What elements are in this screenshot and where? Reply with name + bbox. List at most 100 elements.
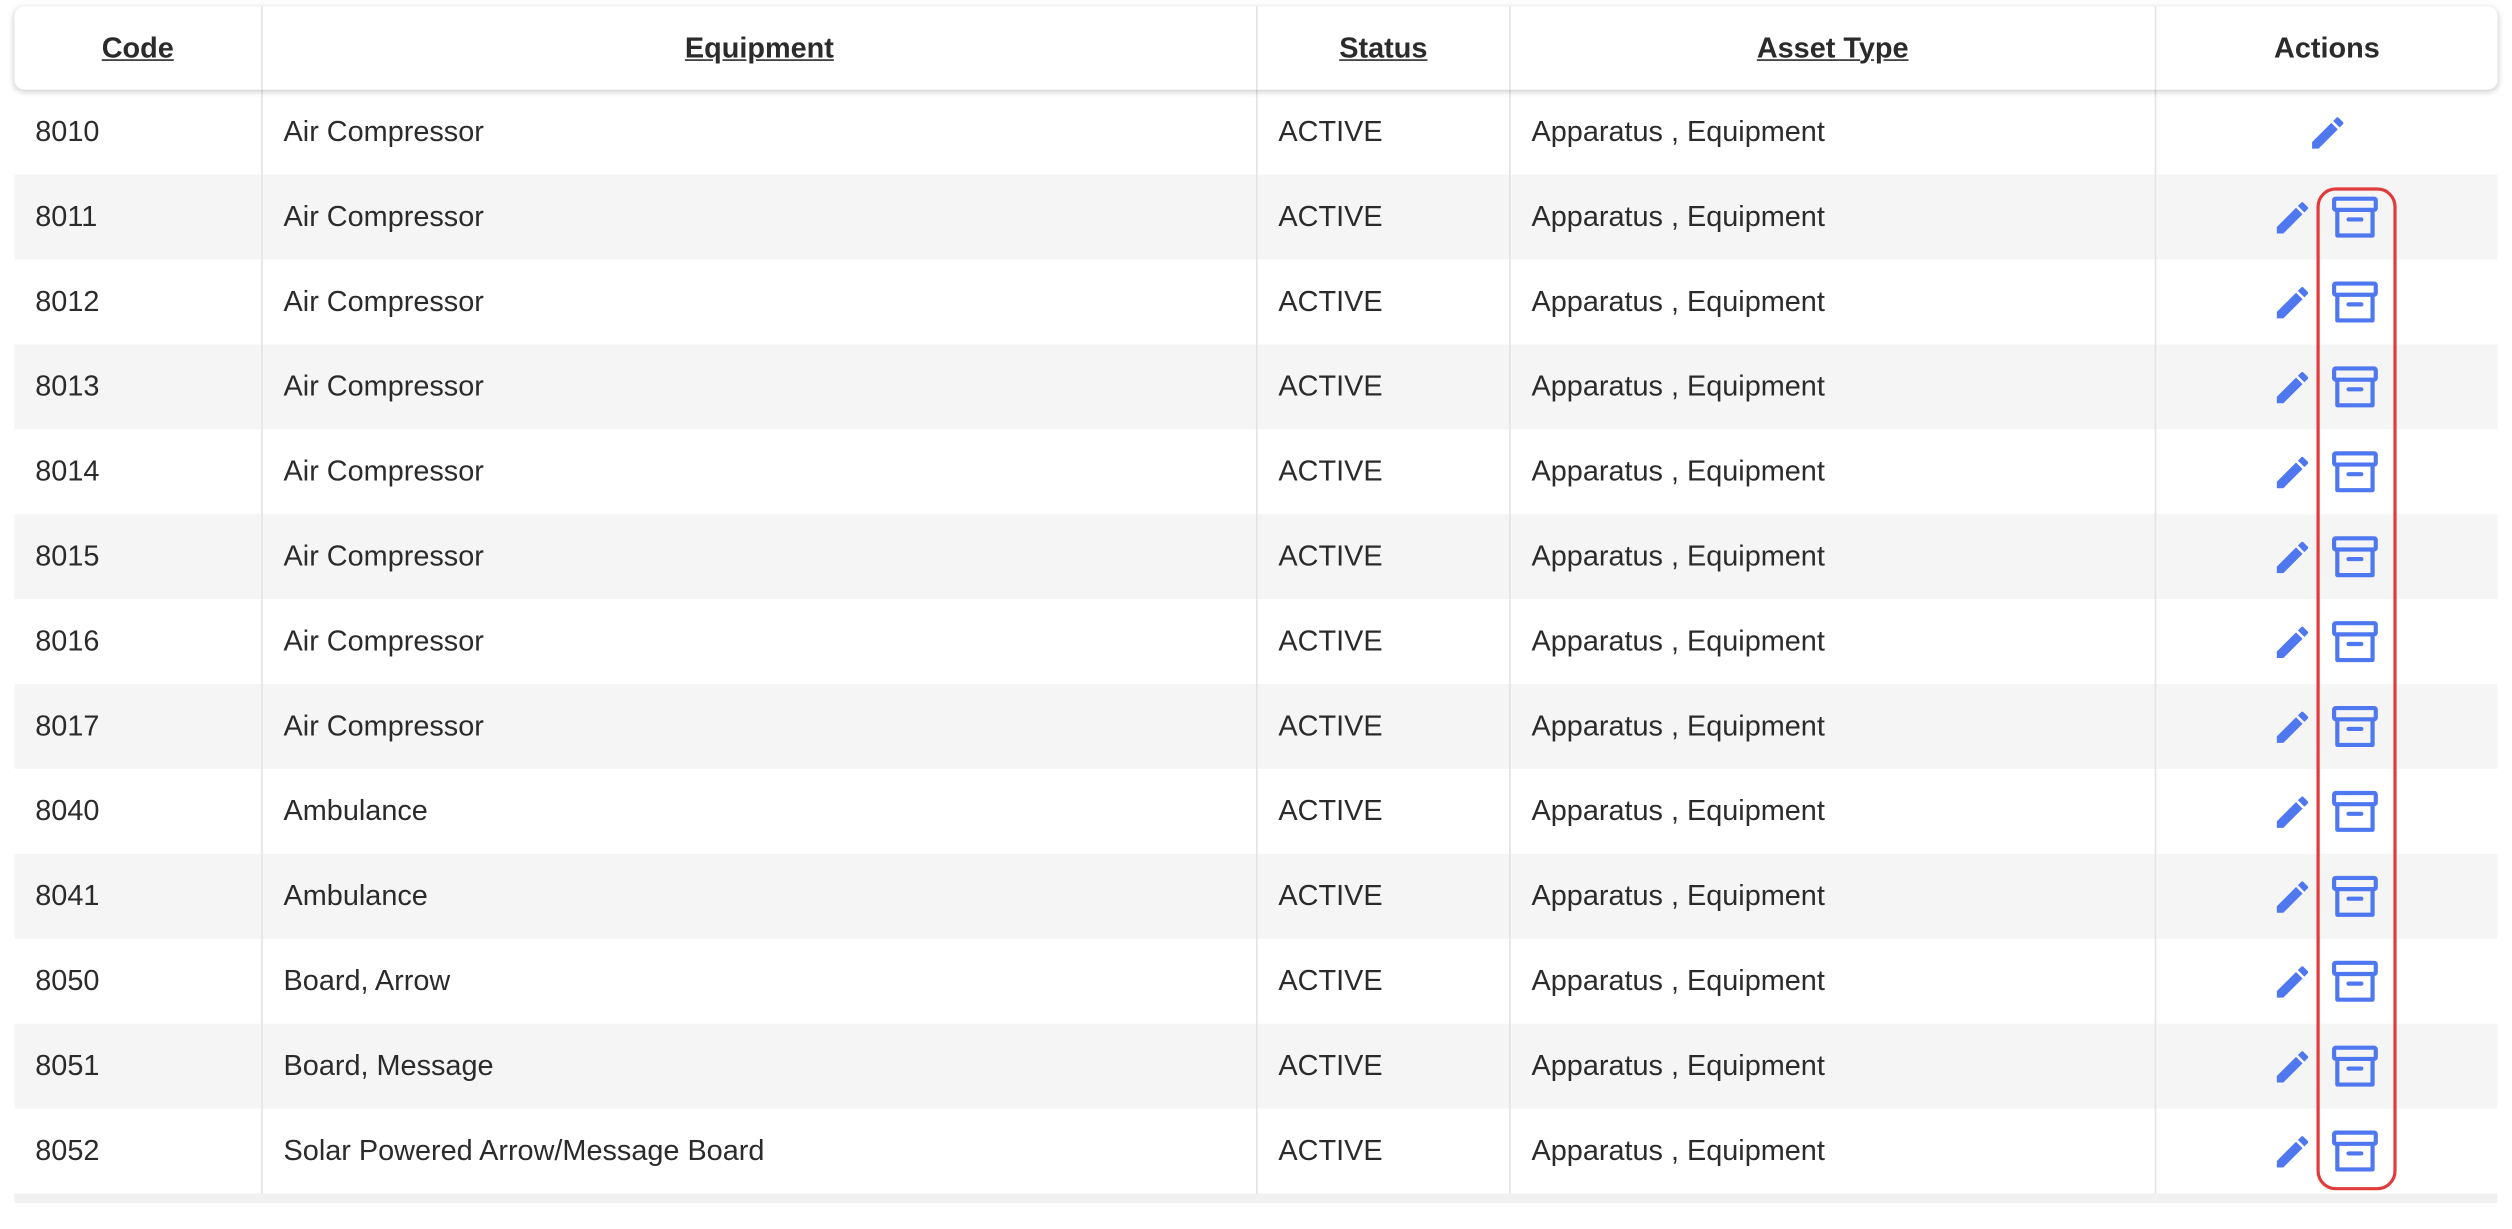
code-cell: 8051	[14, 1023, 263, 1109]
actions-cell	[2156, 344, 2497, 429]
asset-type-cell: Apparatus , Equipment	[1511, 174, 2157, 260]
code-cell: 8011	[14, 174, 263, 260]
status-cell: ACTIVE	[1258, 514, 1511, 600]
archive-box-icon	[2331, 704, 2379, 749]
asset-type-cell: Apparatus , Equipment	[1511, 853, 2157, 939]
status-cell: ACTIVE	[1258, 938, 1511, 1024]
archive-button[interactable]	[2331, 1127, 2379, 1175]
archive-box-icon	[2331, 1044, 2379, 1089]
actions-cell	[2156, 769, 2497, 854]
archive-box-icon	[2331, 364, 2379, 409]
pencil-icon	[2272, 621, 2314, 663]
edit-button[interactable]	[2268, 278, 2316, 326]
edit-button[interactable]	[2268, 448, 2316, 496]
edit-button[interactable]	[2268, 363, 2316, 411]
actions-cell	[2156, 684, 2497, 769]
archive-button[interactable]	[2331, 1042, 2379, 1090]
equipment-cell: Air Compressor	[263, 684, 1258, 769]
status-cell: ACTIVE	[1258, 174, 1511, 260]
pencil-icon	[2272, 960, 2314, 1002]
archive-button[interactable]	[2331, 618, 2379, 666]
code-cell: 8010	[14, 89, 263, 175]
code-cell: 8017	[14, 684, 263, 769]
equipment-table: Code Equipment Status Asset Type Actions…	[14, 6, 2498, 1194]
edit-button[interactable]	[2268, 957, 2316, 1005]
archive-box-icon	[2331, 1129, 2379, 1174]
pencil-icon	[2272, 1130, 2314, 1172]
archive-button[interactable]	[2331, 363, 2379, 411]
column-header-actions: Actions	[2274, 31, 2380, 64]
equipment-cell: Ambulance	[263, 768, 1258, 854]
pencil-icon	[2272, 451, 2314, 493]
table-row: 8016 Air Compressor ACTIVE Apparatus , Equi…	[14, 599, 2498, 685]
archive-button[interactable]	[2331, 872, 2379, 920]
pencil-icon	[2272, 196, 2314, 238]
actions-cell	[2156, 599, 2497, 684]
status-cell: ACTIVE	[1258, 853, 1511, 939]
equipment-cell: Board, Arrow	[263, 938, 1258, 1024]
edit-button[interactable]	[2304, 108, 2352, 156]
code-cell: 8016	[14, 599, 263, 685]
code-cell: 8040	[14, 768, 263, 854]
table-row: 8014 Air Compressor ACTIVE Apparatus , Equi…	[14, 429, 2498, 515]
equipment-cell: Air Compressor	[263, 429, 1258, 515]
column-header-equipment[interactable]: Equipment	[263, 6, 1258, 90]
pencil-icon	[2272, 366, 2314, 408]
asset-type-cell: Apparatus , Equipment	[1511, 1108, 2157, 1194]
edit-button[interactable]	[2268, 1127, 2316, 1175]
asset-type-cell: Apparatus , Equipment	[1511, 768, 2157, 854]
edit-button[interactable]	[2268, 872, 2316, 920]
asset-type-cell: Apparatus , Equipment	[1511, 938, 2157, 1024]
edit-button[interactable]	[2268, 193, 2316, 241]
actions-cell	[2156, 1024, 2497, 1109]
actions-cell	[2156, 429, 2497, 514]
edit-button[interactable]	[2268, 533, 2316, 581]
code-cell: 8052	[14, 1108, 263, 1194]
equipment-cell: Ambulance	[263, 853, 1258, 939]
archive-button[interactable]	[2331, 702, 2379, 750]
archive-button[interactable]	[2331, 787, 2379, 835]
actions-cell	[2156, 854, 2497, 939]
equipment-cell: Solar Powered Arrow/Message Board	[263, 1108, 1258, 1194]
archive-box-icon	[2331, 534, 2379, 579]
edit-button[interactable]	[2268, 702, 2316, 750]
asset-type-cell: Apparatus , Equipment	[1511, 1023, 2157, 1109]
asset-type-cell: Apparatus , Equipment	[1511, 429, 2157, 515]
archive-box-icon	[2331, 195, 2379, 240]
pencil-icon	[2307, 111, 2349, 153]
archive-button[interactable]	[2331, 193, 2379, 241]
asset-type-cell: Apparatus , Equipment	[1511, 259, 2157, 345]
pencil-icon	[2272, 281, 2314, 323]
table-row: 8012 Air Compressor ACTIVE Apparatus , Equi…	[14, 259, 2498, 345]
asset-type-cell: Apparatus , Equipment	[1511, 599, 2157, 685]
table-bottom-edge	[14, 1193, 2498, 1204]
asset-type-cell: Apparatus , Equipment	[1511, 514, 2157, 600]
archive-button[interactable]	[2331, 448, 2379, 496]
equipment-cell: Air Compressor	[263, 599, 1258, 685]
archive-button[interactable]	[2331, 533, 2379, 581]
archive-box-icon	[2331, 449, 2379, 494]
edit-button[interactable]	[2268, 1042, 2316, 1090]
archive-button[interactable]	[2331, 957, 2379, 1005]
column-header-asset-type[interactable]: Asset Type	[1511, 6, 2157, 90]
equipment-cell: Air Compressor	[263, 344, 1258, 430]
asset-type-cell: Apparatus , Equipment	[1511, 89, 2157, 175]
archive-box-icon	[2331, 789, 2379, 834]
code-cell: 8013	[14, 344, 263, 430]
table-row: 8010 Air Compressor ACTIVE Apparatus , Equi…	[14, 89, 2498, 175]
status-cell: ACTIVE	[1258, 259, 1511, 345]
actions-cell	[2156, 514, 2497, 599]
status-cell: ACTIVE	[1258, 599, 1511, 685]
table-row: 8051 Board, Message ACTIVE Apparatus , Equi…	[14, 1023, 2498, 1109]
archive-box-icon	[2331, 874, 2379, 919]
code-cell: 8014	[14, 429, 263, 515]
archive-box-icon	[2331, 959, 2379, 1004]
equipment-cell: Air Compressor	[263, 174, 1258, 260]
archive-button[interactable]	[2331, 278, 2379, 326]
code-cell: 8012	[14, 259, 263, 345]
edit-button[interactable]	[2268, 618, 2316, 666]
column-header-status[interactable]: Status	[1258, 6, 1511, 90]
table-header: Code Equipment Status Asset Type Actions	[14, 6, 2498, 90]
edit-button[interactable]	[2268, 787, 2316, 835]
column-header-code[interactable]: Code	[14, 6, 263, 90]
